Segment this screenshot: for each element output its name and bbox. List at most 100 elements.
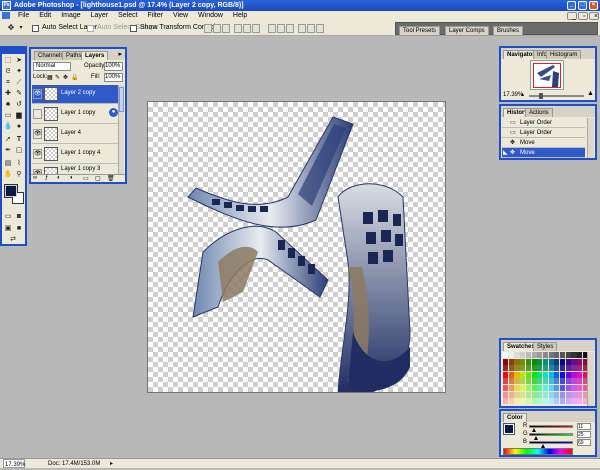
color-swatch[interactable]	[514, 352, 520, 359]
color-swatch[interactable]	[577, 385, 583, 392]
tab-styles[interactable]: Styles	[533, 342, 558, 351]
tab-histogram[interactable]: Histogram	[546, 50, 582, 59]
color-swatch[interactable]	[520, 365, 526, 372]
color-swatch[interactable]	[525, 352, 531, 359]
color-swatch[interactable]	[525, 371, 531, 378]
adjustment-layer-icon[interactable]: ◑	[69, 175, 73, 181]
color-swatch[interactable]	[542, 378, 549, 385]
color-swatch[interactable]	[560, 365, 566, 372]
color-swatch[interactable]	[560, 378, 566, 385]
color-swatch[interactable]	[548, 391, 554, 398]
layers-scroll-thumb[interactable]	[119, 87, 124, 112]
color-swatch[interactable]	[548, 365, 554, 372]
crop-tool-icon[interactable]: ⌗	[3, 78, 13, 88]
document-icon[interactable]	[2, 12, 10, 19]
align-vcenter-button[interactable]	[213, 24, 221, 33]
color-swatch[interactable]	[577, 371, 583, 378]
doc-restore-button[interactable]: ▫	[578, 12, 588, 20]
screen-mode-standard-icon[interactable]: ▣	[3, 224, 13, 234]
menu-view[interactable]: View	[169, 11, 192, 21]
color-swatch[interactable]	[542, 352, 549, 359]
color-swatch[interactable]	[537, 371, 543, 378]
channel-value-input[interactable]: 69	[577, 439, 591, 446]
navigator-preview[interactable]	[530, 60, 564, 90]
color-swatch[interactable]	[537, 398, 543, 405]
color-swatch[interactable]	[508, 358, 514, 365]
layer-style-icon[interactable]: ●	[109, 108, 118, 117]
well-tab-layer-comps[interactable]: Layer Comps	[445, 26, 489, 36]
color-swatch[interactable]	[560, 391, 566, 398]
move-tool-icon[interactable]: ➤	[14, 56, 24, 66]
marquee-tool-icon[interactable]: ⬚	[3, 56, 13, 66]
maximize-button[interactable]: □	[578, 1, 587, 10]
lock-transparency-icon[interactable]: ▦	[47, 74, 53, 81]
eye-icon[interactable]	[33, 109, 42, 119]
layers-scrollbar[interactable]	[118, 85, 124, 175]
distribute-bottom-button[interactable]	[286, 24, 294, 33]
color-swatch[interactable]	[560, 385, 566, 392]
hand-tool-icon[interactable]: ✋	[3, 170, 13, 180]
color-swatch[interactable]	[520, 378, 526, 385]
eye-icon[interactable]: 👁	[33, 129, 42, 139]
new-layer-icon[interactable]: ▢	[95, 175, 101, 182]
document-canvas[interactable]	[147, 101, 446, 393]
color-swatch[interactable]	[508, 352, 514, 359]
color-swatch[interactable]	[554, 385, 560, 392]
color-swatch[interactable]	[537, 378, 543, 385]
color-swatch[interactable]	[503, 352, 509, 359]
zoom-tool-icon[interactable]: ⚲	[14, 170, 24, 180]
color-swatch[interactable]	[503, 385, 509, 392]
color-swatch[interactable]	[525, 365, 531, 372]
color-swatch[interactable]	[571, 378, 577, 385]
color-swatch[interactable]	[577, 391, 583, 398]
color-swatch[interactable]	[508, 385, 514, 392]
tab-color[interactable]: Color	[503, 413, 527, 422]
menu-filter[interactable]: Filter	[144, 11, 168, 21]
photoshop-app-icon[interactable]: Ps	[2, 1, 11, 10]
trash-icon[interactable]: 🗑	[107, 175, 115, 182]
menu-image[interactable]: Image	[57, 11, 84, 21]
color-swatch[interactable]	[577, 358, 583, 365]
menu-file[interactable]: File	[14, 11, 33, 21]
swatches-scrollbar[interactable]	[587, 352, 594, 406]
slice-tool-icon[interactable]: ⟋	[14, 78, 24, 88]
color-swatch[interactable]	[577, 378, 583, 385]
gradient-tool-icon[interactable]: ▆	[14, 111, 24, 121]
color-swatch[interactable]	[554, 365, 560, 372]
color-swatch[interactable]	[514, 378, 520, 385]
color-swatch[interactable]	[565, 371, 571, 378]
color-swatch[interactable]	[537, 352, 543, 359]
status-zoom[interactable]: 17.39%	[3, 459, 25, 468]
distribute-hcenter-button[interactable]	[307, 24, 315, 33]
color-swatch[interactable]	[571, 358, 577, 365]
brush-tool-icon[interactable]: ✎	[14, 89, 24, 99]
color-swatch[interactable]	[525, 378, 531, 385]
color-swatch[interactable]	[531, 385, 537, 392]
distribute-top-button[interactable]	[268, 24, 276, 33]
eye-icon[interactable]: 👁	[33, 89, 42, 99]
standard-mode-icon[interactable]: ▭	[3, 212, 13, 222]
color-swatch[interactable]	[531, 365, 537, 372]
color-swatch[interactable]	[537, 358, 543, 365]
color-swatch[interactable]	[520, 398, 526, 405]
lock-image-icon[interactable]: ✎	[55, 74, 60, 81]
channel-value-input[interactable]: 11	[577, 423, 591, 430]
pen-tool-icon[interactable]: ✒	[3, 146, 13, 156]
channel-slider[interactable]	[529, 441, 573, 448]
channel-slider-thumb[interactable]	[531, 428, 536, 432]
color-swatch[interactable]	[531, 378, 537, 385]
dodge-tool-icon[interactable]: ●	[14, 122, 24, 132]
well-tab-tool-presets[interactable]: Tool Presets	[399, 26, 441, 36]
color-swatch[interactable]	[548, 352, 554, 359]
zoom-in-icon[interactable]: ▲	[587, 90, 594, 97]
color-swatch[interactable]	[542, 358, 549, 365]
align-right-button[interactable]	[252, 24, 260, 33]
move-tool-preset-icon[interactable]: ✥	[6, 23, 16, 33]
color-swatch[interactable]	[571, 365, 577, 372]
color-swatch[interactable]	[571, 371, 577, 378]
color-swatch[interactable]	[554, 391, 560, 398]
distribute-right-button[interactable]	[316, 24, 324, 33]
lock-all-icon[interactable]: 🔒	[71, 74, 78, 81]
jump-to-imageready-icon[interactable]: ⇄	[8, 235, 18, 245]
color-swatch[interactable]	[537, 365, 543, 372]
